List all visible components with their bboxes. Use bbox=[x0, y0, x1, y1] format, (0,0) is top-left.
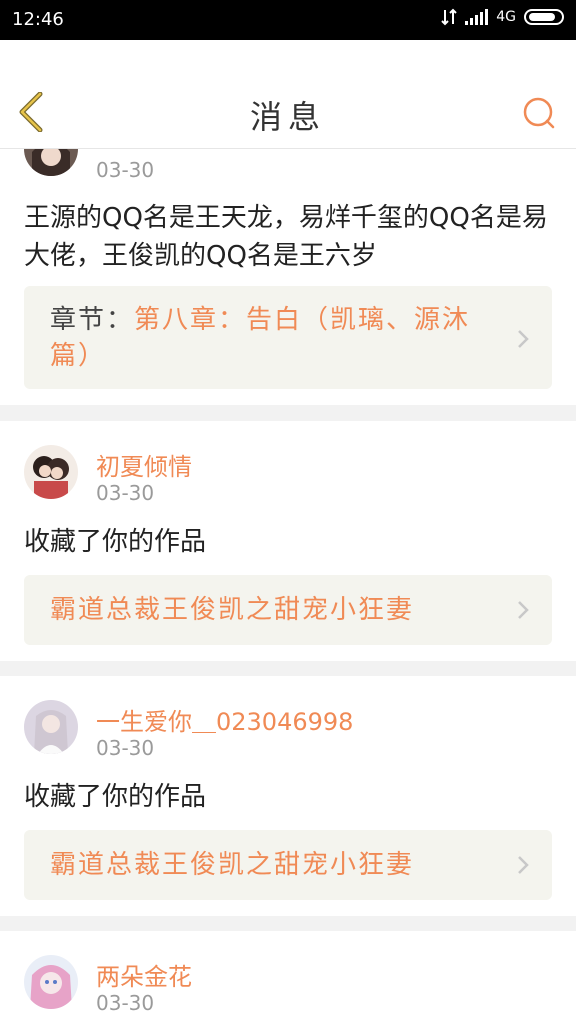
work-title: 霸道总裁王俊凯之甜宠小狂妻 bbox=[50, 850, 415, 880]
avatar[interactable] bbox=[24, 955, 78, 1009]
item-message: 王源的QQ名是王天龙，易烊千玺的QQ名是易大佬，王俊凯的QQ名是王六岁 bbox=[24, 203, 548, 271]
data-transfer-icon bbox=[441, 8, 457, 26]
list-item: 两朵金花 03-30 bbox=[0, 931, 576, 1024]
chevron-right-icon bbox=[518, 601, 529, 619]
list-item: 一生爱你＿023046998 03-30 收藏了你的作品 霸道总裁王俊凯之甜宠小… bbox=[0, 676, 576, 916]
work-link[interactable]: 霸道总裁王俊凯之甜宠小狂妻 bbox=[24, 830, 552, 900]
work-link[interactable]: 霸道总裁王俊凯之甜宠小狂妻 bbox=[24, 575, 552, 645]
search-icon[interactable] bbox=[522, 96, 556, 130]
list-item: 03-30 王源的QQ名是王天龙，易烊千玺的QQ名是易大佬，王俊凯的QQ名是王六… bbox=[0, 149, 576, 405]
chapter-text: 章节：第八章：告白（凯璃、源沐篇） bbox=[50, 302, 502, 374]
item-message: 收藏了你的作品 bbox=[24, 527, 207, 557]
page-title: 消息 bbox=[249, 98, 326, 136]
chevron-right-icon bbox=[518, 330, 529, 348]
item-date: 03-30 bbox=[96, 158, 155, 182]
avatar[interactable] bbox=[24, 700, 78, 754]
message-list: 03-30 王源的QQ名是王天龙，易烊千玺的QQ名是易大佬，王俊凯的QQ名是王六… bbox=[0, 149, 576, 1024]
network-type: 4G bbox=[496, 9, 516, 25]
signal-icon bbox=[465, 9, 489, 25]
chapter-prefix: 章节： bbox=[50, 305, 135, 335]
username[interactable]: 初夏倾情 bbox=[96, 447, 192, 482]
status-bar: 12:46 4G bbox=[0, 0, 576, 40]
list-item: 初夏倾情 03-30 收藏了你的作品 霸道总裁王俊凯之甜宠小狂妻 bbox=[0, 421, 576, 661]
status-icons: 4G bbox=[441, 8, 564, 26]
item-date: 03-30 bbox=[96, 481, 155, 505]
username[interactable]: 两朵金花 bbox=[96, 957, 192, 992]
item-date: 03-30 bbox=[96, 736, 155, 760]
app-header: 消息 bbox=[0, 40, 576, 149]
username[interactable]: 一生爱你＿023046998 bbox=[96, 702, 353, 737]
work-title: 霸道总裁王俊凯之甜宠小狂妻 bbox=[50, 595, 415, 625]
item-message: 收藏了你的作品 bbox=[24, 782, 207, 812]
chevron-right-icon bbox=[518, 856, 529, 874]
battery-icon bbox=[524, 9, 564, 25]
status-time: 12:46 bbox=[12, 9, 64, 30]
avatar[interactable] bbox=[24, 445, 78, 499]
chapter-link[interactable]: 章节：第八章：告白（凯璃、源沐篇） bbox=[24, 286, 552, 389]
item-date: 03-30 bbox=[96, 991, 155, 1015]
avatar[interactable] bbox=[24, 149, 78, 176]
